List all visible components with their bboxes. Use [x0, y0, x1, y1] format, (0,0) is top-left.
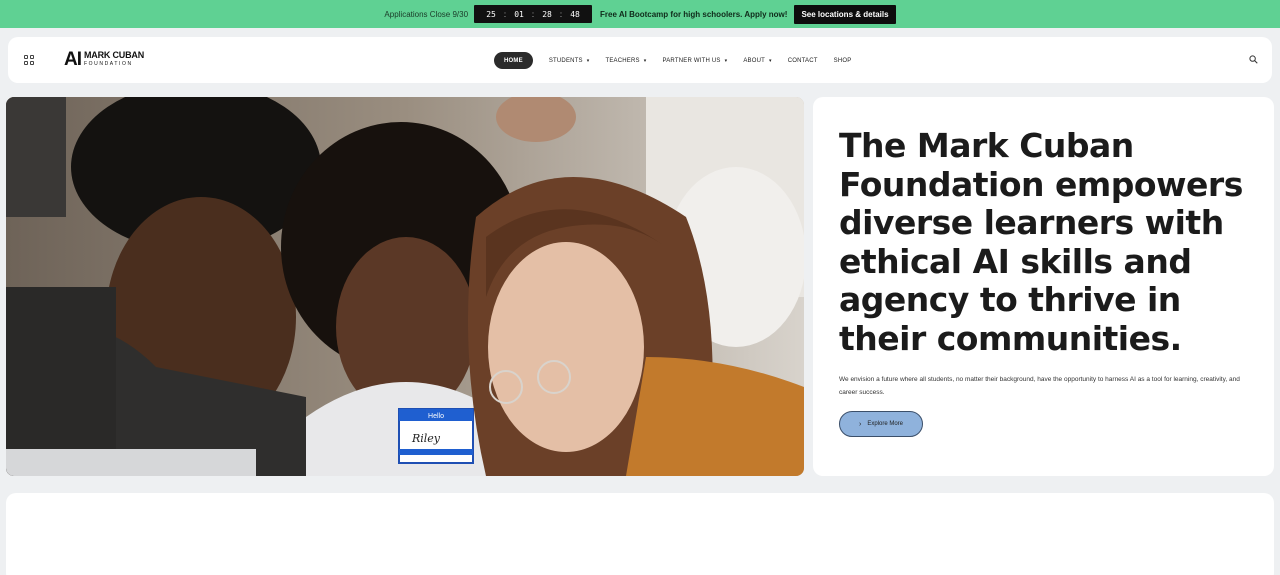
- promo-text: Free AI Bootcamp for high schoolers. App…: [600, 9, 788, 19]
- chevron-right-icon: ›: [858, 420, 862, 428]
- logo-line-2: FOUNDATION: [84, 61, 133, 67]
- name-tag: Hello Riley: [398, 408, 474, 464]
- caret-down-icon: ▾: [643, 57, 647, 64]
- countdown-days: 25: [486, 9, 496, 19]
- logo-mark: AI: [64, 49, 82, 70]
- nav-shop[interactable]: SHOP: [834, 52, 852, 69]
- main-nav: HOME STUDENTS ▾ TEACHERS ▾ PARTNER WITH US…: [494, 52, 867, 69]
- content-section: [6, 493, 1274, 575]
- see-locations-button[interactable]: See locations & details: [794, 4, 896, 24]
- hero-card: The Mark Cuban Foundation empowers diver…: [813, 97, 1274, 476]
- explore-more-button[interactable]: › Explore More: [839, 411, 923, 437]
- students-photo-illustration: Hello Riley: [6, 97, 804, 476]
- countdown-minutes: 28: [542, 9, 552, 19]
- applications-close-text: Applications Close 9/30: [384, 9, 469, 19]
- search-icon[interactable]: [1249, 55, 1258, 64]
- countdown-timer: 25 : 01 : 28 : 48: [474, 5, 593, 23]
- site-header: AI MARK CUBAN FOUNDATION HOME STUDENTS ▾ …: [8, 37, 1272, 83]
- hero-photo: Hello Riley: [6, 97, 804, 476]
- nav-students[interactable]: STUDENTS ▾: [549, 52, 590, 69]
- caret-down-icon: ▾: [768, 57, 772, 64]
- svg-text:Riley: Riley: [411, 432, 441, 445]
- grid-icon[interactable]: [24, 55, 34, 65]
- countdown-hours: 01: [514, 9, 524, 19]
- hero-description: We envision a future where all students,…: [839, 376, 1240, 396]
- nav-teachers[interactable]: TEACHERS ▾: [605, 52, 646, 69]
- nav-partner-with-us[interactable]: PARTNER WITH US ▾: [662, 52, 727, 69]
- nav-home[interactable]: HOME: [494, 52, 533, 69]
- logo[interactable]: AI MARK CUBAN FOUNDATION: [64, 50, 144, 70]
- announcement-bar: Applications Close 9/30 25 : 01 : 28 : 4…: [0, 0, 1280, 28]
- nav-contact[interactable]: CONTACT: [788, 52, 818, 69]
- svg-text:Hello: Hello: [428, 413, 444, 420]
- nav-about[interactable]: ABOUT ▾: [743, 52, 771, 69]
- caret-down-icon: ▾: [586, 57, 590, 64]
- countdown-seconds: 48: [570, 9, 580, 19]
- caret-down-icon: ▾: [724, 57, 728, 64]
- logo-line-1: MARK CUBAN: [84, 50, 144, 60]
- hero-title: The Mark Cuban Foundation empowers diver…: [839, 126, 1243, 358]
